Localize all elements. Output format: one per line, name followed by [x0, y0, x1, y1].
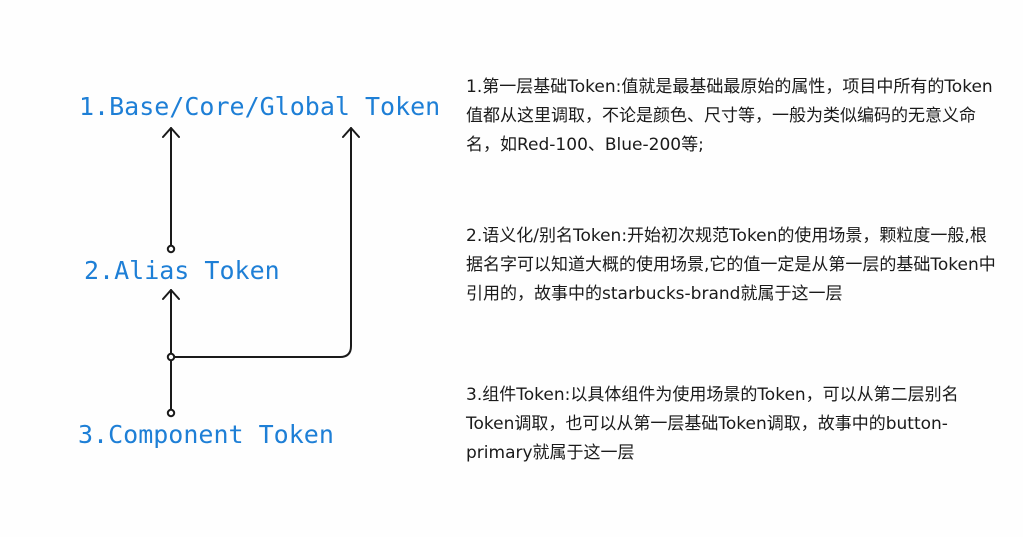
alias-token-description: 2.语义化/别名Token:开始初次规范Token的使用场景，颗粒度一般,根据名… — [466, 226, 996, 304]
component-to-base-path — [170, 127, 352, 358]
branch-node-dot — [166, 352, 176, 362]
component-token-description: 3.组件Token:以具体组件为使用场景的Token，可以从第二层别名Token… — [466, 385, 959, 463]
base-token-description: 1.第一层基础Token:值就是最基础最原始的属性，项目中所有的Token值都从… — [466, 77, 993, 155]
alias-node-dot — [166, 244, 176, 254]
component-node-dot — [166, 408, 176, 418]
